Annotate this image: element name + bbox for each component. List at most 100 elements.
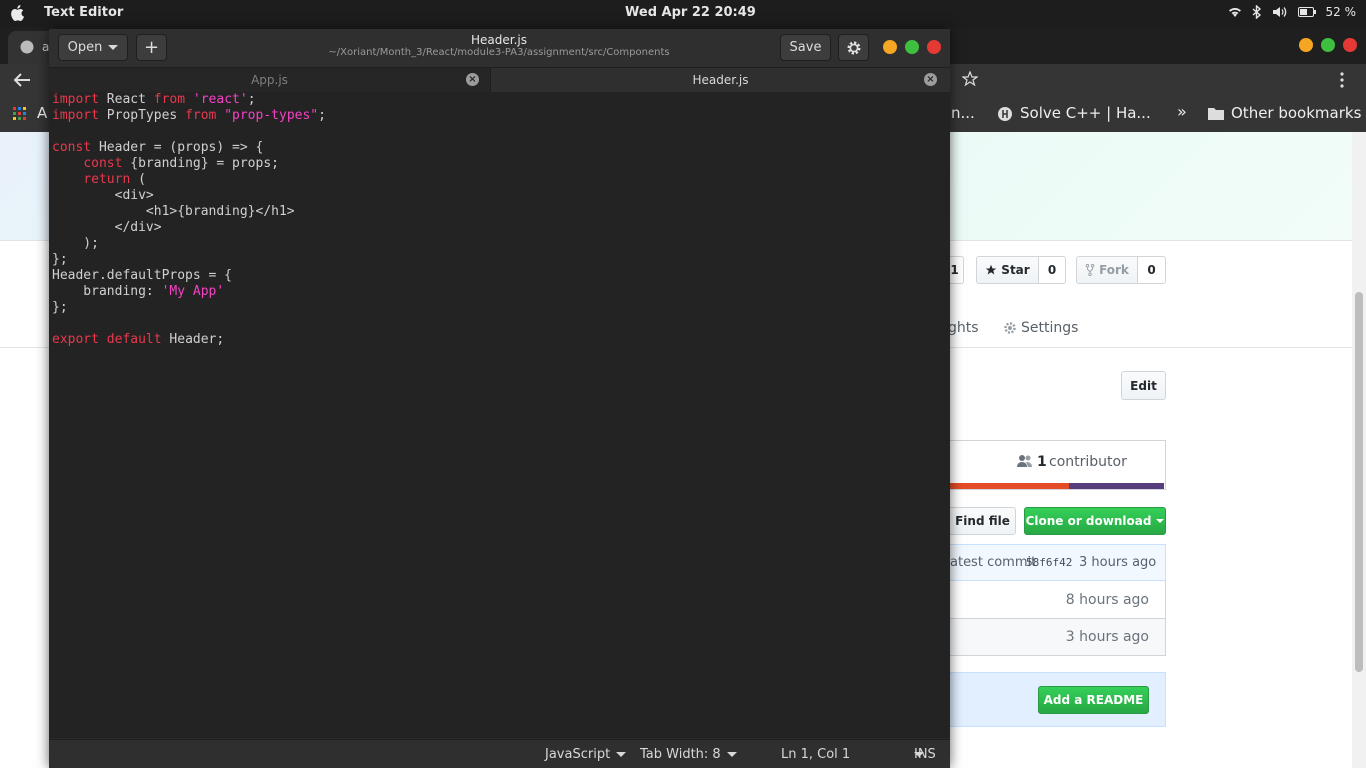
code-line[interactable]: const Header = (props) => { (52, 140, 950, 156)
star-count[interactable]: 0 (1039, 256, 1066, 284)
star-icon (986, 264, 997, 275)
cursor-position-label: Ln 1, Col 1 (781, 747, 851, 762)
tab-header-js[interactable]: Header.js × (490, 68, 950, 92)
browser-maximize-button[interactable] (1321, 38, 1335, 52)
folder-icon (1208, 108, 1224, 120)
file-row-time: 3 hours ago (1065, 629, 1149, 645)
people-icon (1017, 455, 1032, 467)
bookmark-item-apps[interactable]: A (37, 104, 47, 122)
file-row[interactable]: 3 hours ago (950, 619, 1166, 656)
language-bar-segment-html (950, 483, 1069, 489)
code-line[interactable]: const {branding} = props; (52, 156, 950, 172)
latest-commit-time: 3 hours ago (1079, 555, 1157, 570)
editor-header-bar: Open + Header.js ~/Xoriant/Month_3/React… (49, 29, 950, 68)
tab-width-label: Tab Width: 8 (640, 747, 721, 762)
contributor-count[interactable]: 1 (1037, 454, 1047, 470)
battery-percentage: 52 % (1325, 5, 1357, 19)
editor-status-bar: JavaScript Tab Width: 8 Ln 1, Col 1 INS (49, 739, 950, 768)
save-button[interactable]: Save (780, 34, 831, 61)
clone-or-download-button[interactable]: Clone or download (1024, 507, 1166, 535)
code-line[interactable]: </div> (52, 220, 950, 236)
bookmark-star-icon[interactable] (962, 71, 978, 87)
tab-settings[interactable]: Settings (1021, 320, 1078, 336)
battery-icon[interactable] (1297, 7, 1316, 17)
close-icon[interactable]: × (466, 73, 479, 86)
code-line[interactable]: branding: 'My App' (52, 284, 950, 300)
gear-icon (847, 41, 860, 54)
chevron-down-icon (1156, 519, 1165, 523)
latest-commit-hash[interactable]: 58f6f42 (1026, 556, 1072, 569)
cursor-position-selector[interactable]: Ln 1, Col 1 (781, 747, 925, 762)
bluetooth-icon[interactable] (1252, 5, 1262, 19)
code-line[interactable]: Header.defaultProps = { (52, 268, 950, 284)
volume-icon[interactable] (1272, 6, 1288, 18)
code-content[interactable]: import React from 'react'; import PropTyp… (49, 92, 950, 348)
document-tabs: App.js × Header.js × (49, 68, 950, 92)
star-label: Star (1001, 263, 1030, 277)
code-line[interactable]: import PropTypes from "prop-types"; (52, 108, 950, 124)
open-button[interactable]: Open (58, 34, 128, 61)
code-line[interactable]: }; (52, 300, 950, 316)
code-line[interactable] (52, 316, 950, 332)
chevron-down-icon (726, 752, 737, 757)
close-button[interactable] (927, 40, 941, 54)
document-title: Header.js (471, 33, 527, 47)
fork-count[interactable]: 0 (1138, 256, 1166, 284)
edit-description-button[interactable]: Edit (1121, 371, 1166, 400)
code-line[interactable]: ); (52, 236, 950, 252)
contributor-label[interactable]: contributor (1049, 454, 1127, 470)
language-bar (950, 483, 1164, 489)
bookmarks-overflow-button[interactable]: » (1177, 102, 1187, 121)
code-line[interactable]: <div> (52, 188, 950, 204)
code-line[interactable]: import React from 'react'; (52, 92, 950, 108)
code-line[interactable] (52, 124, 950, 140)
close-icon[interactable]: × (924, 73, 937, 86)
other-bookmarks-folder[interactable]: Other bookmarks (1231, 104, 1361, 122)
tab-width-selector[interactable]: Tab Width: 8 (640, 747, 737, 762)
system-clock[interactable]: Wed Apr 22 20:49 (625, 5, 756, 20)
browser-menu-icon[interactable] (1340, 72, 1344, 88)
apple-logo-icon[interactable] (10, 4, 26, 22)
wifi-icon[interactable] (1228, 6, 1242, 18)
code-line[interactable]: export default Header; (52, 332, 950, 348)
gear-icon (1004, 322, 1016, 334)
browser-close-button[interactable] (1343, 38, 1357, 52)
tab-insights[interactable]: ghts (948, 320, 979, 336)
fork-label: Fork (1099, 263, 1129, 277)
insert-mode-label: INS (914, 747, 936, 762)
fork-icon (1085, 264, 1095, 276)
bookmark-item-solve-cpp[interactable]: Solve C++ | Ha... (1020, 104, 1151, 122)
github-favicon-icon (20, 40, 34, 54)
minimize-button[interactable] (883, 40, 897, 54)
code-editor-area[interactable]: import React from 'react'; import PropTyp… (49, 92, 950, 738)
find-file-button[interactable]: Find file (950, 507, 1016, 535)
maximize-button[interactable] (905, 40, 919, 54)
code-line[interactable]: }; (52, 252, 950, 268)
text-editor-window: Open + Header.js ~/Xoriant/Month_3/React… (49, 29, 950, 768)
tab-label: App.js (251, 73, 288, 87)
fork-button[interactable]: Fork (1076, 256, 1138, 284)
star-button[interactable]: Star (976, 256, 1039, 284)
clone-download-label: Clone or download (1025, 514, 1152, 528)
code-line[interactable]: return ( (52, 172, 950, 188)
chevron-down-icon (616, 752, 627, 757)
file-row[interactable]: 8 hours ago (950, 581, 1166, 619)
scrollbar-thumb[interactable] (1355, 292, 1363, 672)
active-app-name[interactable]: Text Editor (44, 5, 123, 20)
new-tab-button[interactable]: + (136, 34, 167, 61)
insert-mode-indicator[interactable]: INS (914, 747, 936, 762)
add-readme-button[interactable]: Add a README (1038, 686, 1149, 714)
tab-app-js[interactable]: App.js × (49, 68, 490, 92)
back-arrow-icon[interactable] (13, 72, 31, 88)
code-line[interactable]: <h1>{branding}</h1> (52, 204, 950, 220)
document-path: ~/Xoriant/Month_3/React/module3-PA3/assi… (328, 47, 670, 58)
tab-label: Header.js (692, 73, 749, 87)
language-selector[interactable]: JavaScript (545, 747, 627, 762)
settings-menu-button[interactable] (838, 34, 869, 61)
browser-minimize-button[interactable] (1299, 38, 1313, 52)
system-top-bar: Text Editor Wed Apr 22 20:49 52 % (0, 0, 1366, 27)
apps-grid-icon[interactable] (13, 107, 27, 121)
open-label: Open (67, 40, 103, 55)
page-scrollbar[interactable] (1352, 132, 1366, 768)
bookmark-item-truncated[interactable]: n... (951, 104, 975, 122)
